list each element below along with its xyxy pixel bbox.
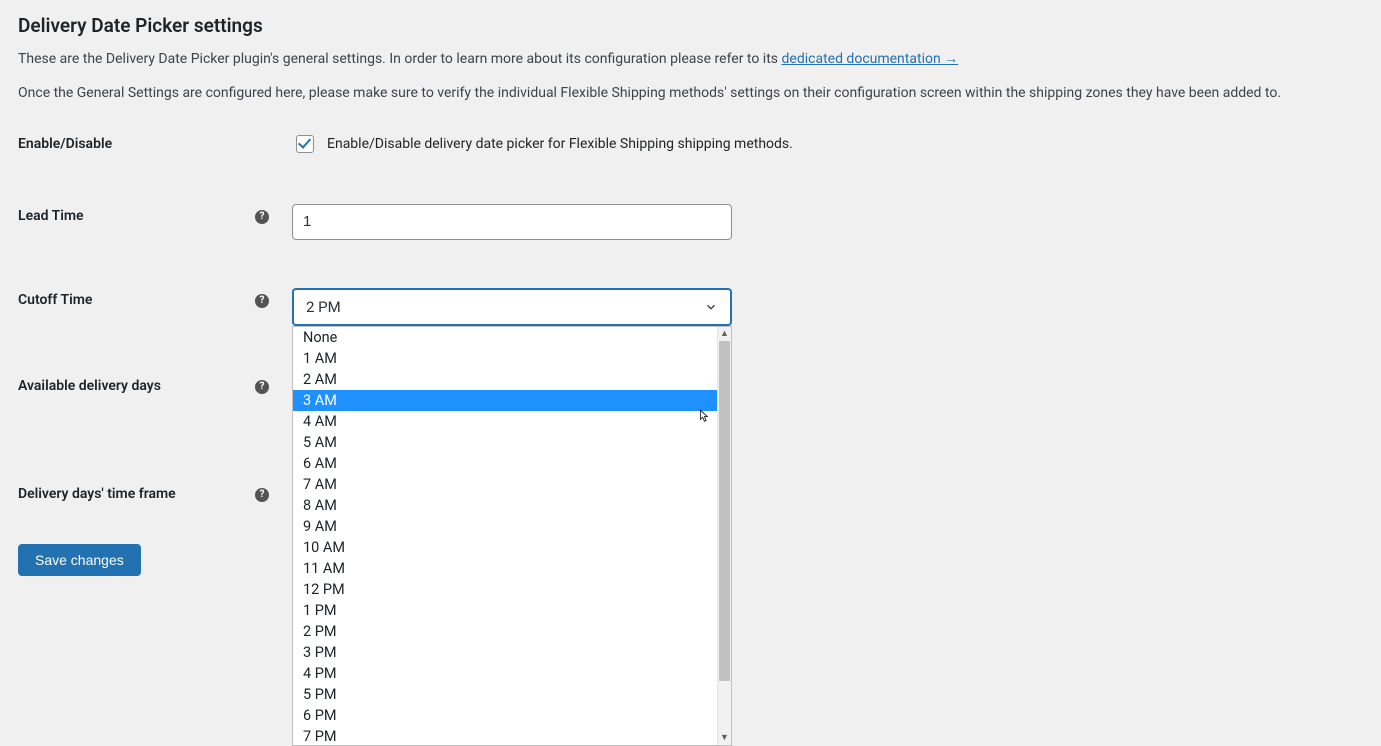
row-cutoff-time: Cutoff Time ? 2 PM None1 AM2 AM3 AM4 AM5… xyxy=(18,288,1363,326)
lead-time-input[interactable] xyxy=(292,204,732,240)
cutoff-option[interactable]: 6 PM xyxy=(293,705,717,726)
cutoff-option[interactable]: None xyxy=(293,327,717,348)
intro-text: These are the Delivery Date Picker plugi… xyxy=(18,51,782,67)
help-lead-time: ? xyxy=(250,204,274,224)
label-cutoff-time: Cutoff Time xyxy=(18,288,250,308)
scroll-track[interactable] xyxy=(718,341,731,731)
cutoff-time-dropdown[interactable]: None1 AM2 AM3 AM4 AM5 AM6 AM7 AM8 AM9 AM… xyxy=(292,326,732,746)
cutoff-option[interactable]: 5 AM xyxy=(293,432,717,453)
help-cutoff-time: ? xyxy=(250,288,274,308)
label-available-days-text: Available delivery days xyxy=(18,378,161,394)
cutoff-option[interactable]: 6 AM xyxy=(293,453,717,474)
cutoff-option[interactable]: 9 AM xyxy=(293,516,717,537)
field-lead-time xyxy=(274,204,1363,240)
cutoff-option[interactable]: 12 PM xyxy=(293,579,717,600)
dropdown-scrollbar[interactable]: ▲ ▼ xyxy=(717,327,731,745)
help-icon[interactable]: ? xyxy=(255,210,269,224)
label-time-frame: Delivery days' time frame xyxy=(18,482,250,502)
settings-form: Enable/Disable Enable/Disable delivery d… xyxy=(18,132,1363,576)
cutoff-option[interactable]: 4 AM xyxy=(293,411,717,432)
label-lead-time-text: Lead Time xyxy=(18,208,84,224)
cutoff-option[interactable]: 3 PM xyxy=(293,642,717,663)
cutoff-time-select[interactable]: 2 PM xyxy=(292,288,732,326)
enable-checkbox-label: Enable/Disable delivery date picker for … xyxy=(327,136,793,152)
scroll-up-arrow-icon[interactable]: ▲ xyxy=(718,327,731,341)
help-col-empty xyxy=(250,132,274,138)
save-changes-button[interactable]: Save changes xyxy=(18,544,141,576)
cutoff-option[interactable]: 3 AM xyxy=(293,390,717,411)
cutoff-option[interactable]: 5 PM xyxy=(293,684,717,705)
label-lead-time: Lead Time xyxy=(18,204,250,224)
cutoff-option[interactable]: 2 AM xyxy=(293,369,717,390)
cutoff-option[interactable]: 10 AM xyxy=(293,537,717,558)
help-available-days: ? xyxy=(250,374,274,394)
help-icon[interactable]: ? xyxy=(255,488,269,502)
row-lead-time: Lead Time ? xyxy=(18,204,1363,240)
scroll-thumb[interactable] xyxy=(719,341,730,681)
help-icon[interactable]: ? xyxy=(255,294,269,308)
scroll-down-arrow-icon[interactable]: ▼ xyxy=(718,731,731,745)
label-time-frame-text: Delivery days' time frame xyxy=(18,486,176,502)
field-enable-disable: Enable/Disable delivery date picker for … xyxy=(274,132,1363,156)
cutoff-option[interactable]: 8 AM xyxy=(293,495,717,516)
documentation-link[interactable]: dedicated documentation → xyxy=(782,51,959,67)
field-cutoff-time: 2 PM None1 AM2 AM3 AM4 AM5 AM6 AM7 AM8 A… xyxy=(274,288,1363,326)
intro-paragraph-1: These are the Delivery Date Picker plugi… xyxy=(18,49,1363,69)
cutoff-option[interactable]: 7 AM xyxy=(293,474,717,495)
cutoff-time-option-list: None1 AM2 AM3 AM4 AM5 AM6 AM7 AM8 AM9 AM… xyxy=(293,327,717,745)
intro-paragraph-2: Once the General Settings are configured… xyxy=(18,83,1363,103)
cutoff-option[interactable]: 7 PM xyxy=(293,726,717,745)
page-title: Delivery Date Picker settings xyxy=(18,14,1363,37)
cutoff-option[interactable]: 4 PM xyxy=(293,663,717,684)
cutoff-option[interactable]: 2 PM xyxy=(293,621,717,642)
label-available-days: Available delivery days xyxy=(18,374,250,394)
row-enable-disable: Enable/Disable Enable/Disable delivery d… xyxy=(18,132,1363,156)
label-cutoff-time-text: Cutoff Time xyxy=(18,292,92,308)
enable-checkbox-wrap[interactable]: Enable/Disable delivery date picker for … xyxy=(292,132,1363,156)
chevron-down-icon xyxy=(704,300,718,314)
help-icon[interactable]: ? xyxy=(255,380,269,394)
cutoff-option[interactable]: 11 AM xyxy=(293,558,717,579)
label-enable-disable: Enable/Disable xyxy=(18,132,250,152)
help-time-frame: ? xyxy=(250,482,274,502)
cutoff-option[interactable]: 1 PM xyxy=(293,600,717,621)
enable-checkbox[interactable] xyxy=(296,135,314,153)
cutoff-time-selected-value: 2 PM xyxy=(306,298,341,316)
cutoff-option[interactable]: 1 AM xyxy=(293,348,717,369)
